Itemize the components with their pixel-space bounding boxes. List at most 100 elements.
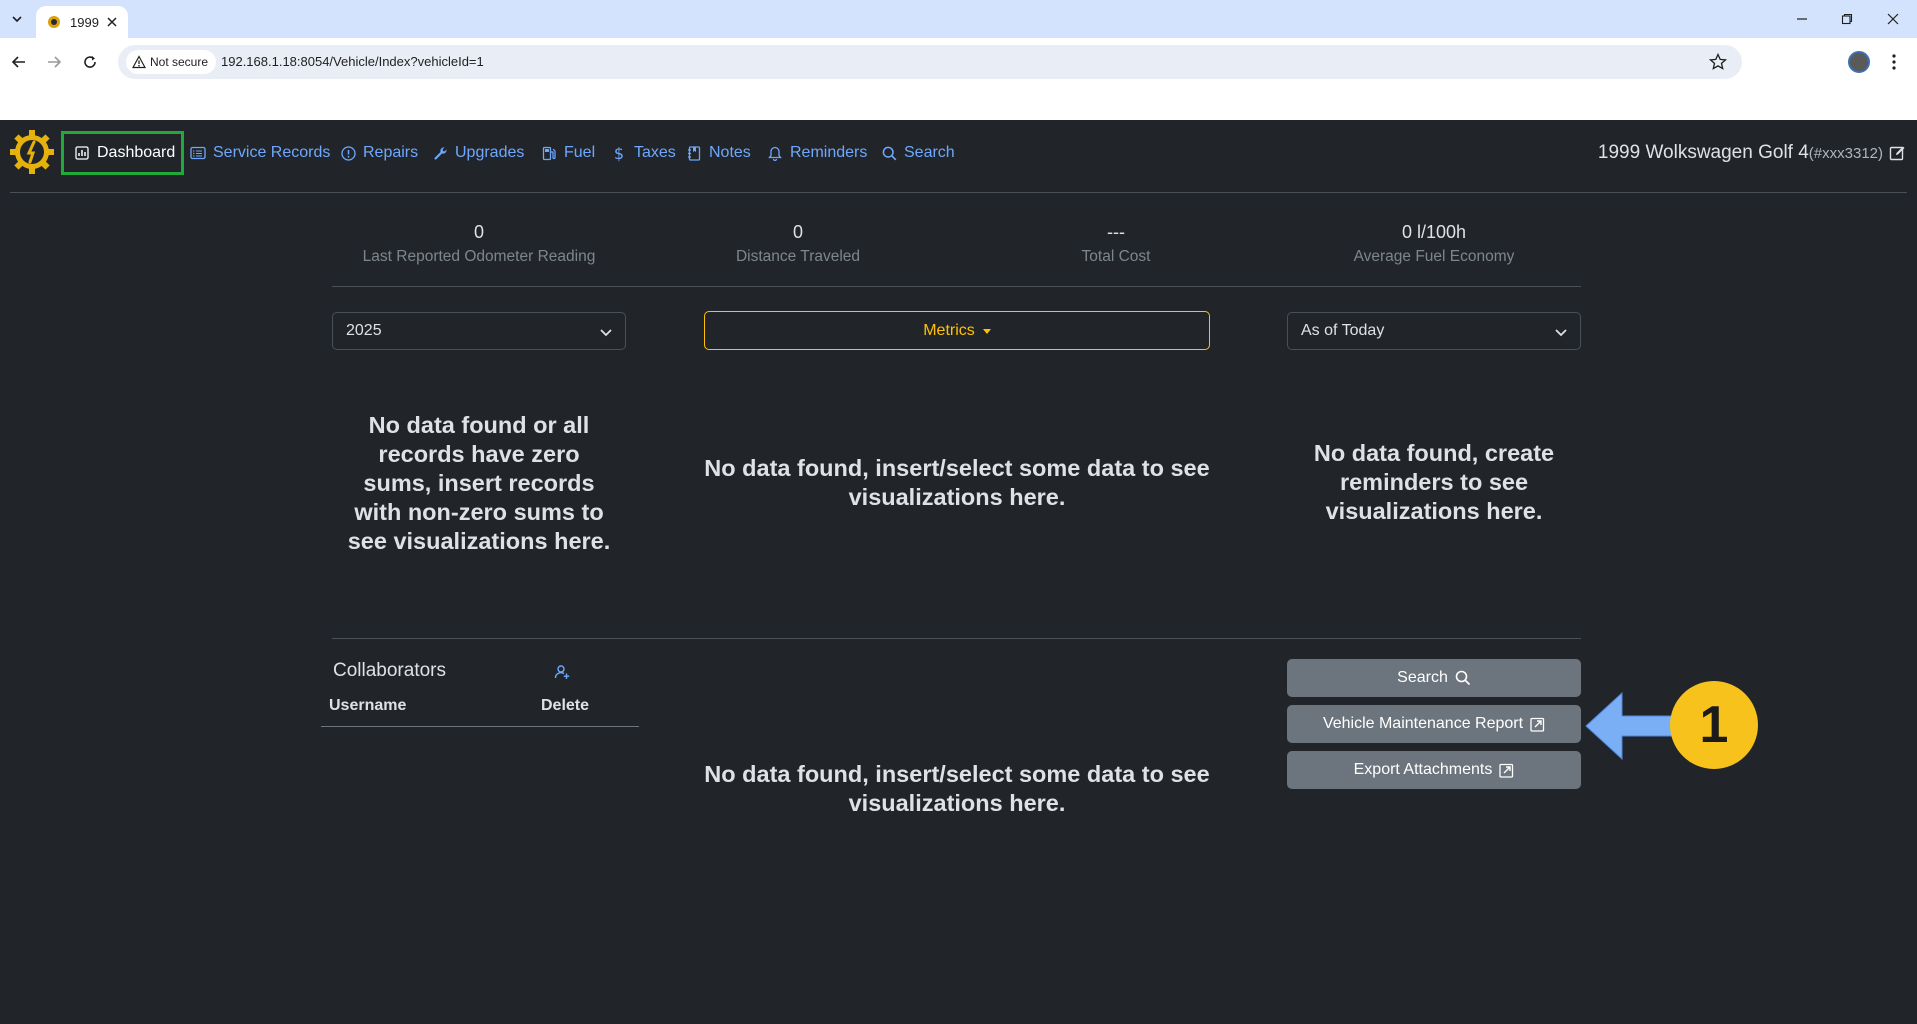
table-header-divider <box>321 726 639 727</box>
security-chip[interactable]: Not secure <box>126 50 217 74</box>
period-select[interactable]: As of Today <box>1287 312 1581 350</box>
card-list-icon <box>190 145 206 161</box>
nav-taxes[interactable]: $ Taxes <box>611 141 676 165</box>
tab-title: 1999 <box>70 14 99 30</box>
bell-icon <box>767 145 783 161</box>
app-navbar: Dashboard Service Records Repairs Upgrad… <box>0 120 1917 192</box>
vehicle-tag: (#xxx3312) <box>1808 145 1883 162</box>
reload-icon[interactable] <box>77 49 103 75</box>
stat-total-cost-value: --- <box>1107 222 1125 242</box>
nav-upgrades-label: Upgrades <box>455 144 525 161</box>
collaborators-title: Collaborators <box>333 660 446 681</box>
browser-toolbar: Not secure 192.168.1.18:8054/Vehicle/Ind… <box>0 38 1917 86</box>
nav-search[interactable]: Search <box>881 141 955 165</box>
security-label: Not secure <box>150 55 209 69</box>
metrics-chart-empty-message: No data found, insert/select some data t… <box>704 455 1210 510</box>
metrics-dropdown-button[interactable]: Metrics <box>704 311 1210 350</box>
stat-fuel-economy-label: Average Fuel Economy <box>1353 248 1515 265</box>
browser-tab[interactable]: 1999 <box>36 6 128 38</box>
reminders-chart-empty-message: No data found, create reminders to see v… <box>1313 440 1555 524</box>
stat-odometer-label: Last Reported Odometer Reading <box>362 248 596 265</box>
stat-total-cost-label: Total Cost <box>1081 248 1151 265</box>
search-button[interactable]: Search <box>1287 659 1581 697</box>
browser-menu-icon[interactable] <box>1882 50 1906 74</box>
warning-triangle-icon <box>132 55 146 69</box>
url-text[interactable]: 192.168.1.18:8054/Vehicle/Index?vehicleI… <box>221 54 484 69</box>
browser-content-gap <box>0 86 1917 120</box>
search-button-label: Search <box>1397 669 1448 686</box>
vehicle-title: 1999 Wolkswagen Golf 4(#xxx3312) <box>1598 142 1883 164</box>
chevron-down-icon <box>1555 329 1567 337</box>
window-close-icon[interactable] <box>1880 8 1906 30</box>
gear-favicon-icon <box>48 16 60 28</box>
fuel-pump-icon <box>541 145 557 161</box>
forward-arrow-icon[interactable] <box>41 49 67 75</box>
nav-service-records[interactable]: Service Records <box>190 141 330 165</box>
stats-divider <box>332 286 1581 287</box>
chevron-down-icon <box>600 329 612 337</box>
nav-repairs-label: Repairs <box>363 144 419 161</box>
stat-distance-label: Distance Traveled <box>735 248 861 265</box>
nav-search-label: Search <box>904 144 955 161</box>
box-arrow-up-right-icon <box>1499 763 1514 778</box>
year-select[interactable]: 2025 <box>332 312 626 350</box>
step-number-badge: 1 <box>1670 681 1758 769</box>
stat-fuel-economy: 0 l/100h Average Fuel Economy <box>1275 220 1593 268</box>
nav-fuel[interactable]: Fuel <box>541 141 595 165</box>
edit-pencil-icon[interactable] <box>1889 145 1905 161</box>
export-attachments-button[interactable]: Export Attachments <box>1287 751 1581 789</box>
dollar-icon: $ <box>613 143 625 163</box>
browser-tab-strip: 1999 <box>0 0 1917 38</box>
nav-upgrades[interactable]: Upgrades <box>432 141 524 165</box>
column-header-delete[interactable]: Delete <box>541 697 589 715</box>
stat-total-cost: --- Total Cost <box>957 220 1275 268</box>
period-select-value: As of Today <box>1301 322 1385 339</box>
lower-chart-empty-message: No data found, insert/select some data t… <box>704 761 1210 816</box>
restore-icon[interactable] <box>1834 8 1860 30</box>
exclamation-circle-icon <box>340 145 356 161</box>
tab-search-button[interactable] <box>6 8 28 30</box>
nav-reminders-label: Reminders <box>790 144 868 161</box>
vehicle-name: 1999 Wolkswagen Golf 4 <box>1597 142 1809 163</box>
nav-notes[interactable]: Notes <box>686 141 751 165</box>
tab-close-icon[interactable] <box>104 14 120 30</box>
profile-avatar[interactable] <box>1848 51 1870 73</box>
journal-icon <box>686 145 702 161</box>
nav-repairs[interactable]: Repairs <box>340 141 418 165</box>
chevron-down-icon <box>12 16 22 23</box>
stat-odometer: 0 Last Reported Odometer Reading <box>320 220 638 268</box>
nav-reminders[interactable]: Reminders <box>767 141 867 165</box>
nav-dashboard[interactable]: Dashboard <box>74 141 175 165</box>
nav-dashboard-label: Dashboard <box>97 144 176 161</box>
wrench-icon <box>432 145 448 161</box>
address-bar[interactable]: Not secure 192.168.1.18:8054/Vehicle/Ind… <box>118 45 1742 79</box>
search-icon <box>881 145 897 161</box>
bar-chart-icon <box>74 145 90 161</box>
section-divider <box>332 638 1581 639</box>
nav-divider <box>10 192 1907 193</box>
vehicle-maintenance-report-button[interactable]: Vehicle Maintenance Report <box>1287 705 1581 743</box>
annotation-arrow-icon <box>1585 691 1674 761</box>
bookmark-star-icon[interactable] <box>1708 52 1728 72</box>
nav-taxes-label: Taxes <box>634 144 676 161</box>
stat-odometer-value: 0 <box>473 222 484 242</box>
caret-down-icon <box>982 329 991 334</box>
column-header-username[interactable]: Username <box>329 697 406 715</box>
back-arrow-icon[interactable] <box>6 49 32 75</box>
stat-distance-value: 0 <box>792 222 803 242</box>
nav-notes-label: Notes <box>709 144 751 161</box>
search-icon <box>1455 670 1470 686</box>
stat-distance: 0 Distance Traveled <box>639 220 957 268</box>
maintenance-report-label: Vehicle Maintenance Report <box>1322 715 1524 732</box>
export-attachments-label: Export Attachments <box>1353 761 1493 778</box>
box-arrow-up-right-icon <box>1530 717 1545 732</box>
lubelogger-gear-logo[interactable] <box>8 128 56 176</box>
cost-chart-empty-message: No data found or all records have zero s… <box>347 412 611 554</box>
nav-fuel-label: Fuel <box>564 144 596 161</box>
add-collaborator-icon[interactable] <box>553 663 571 681</box>
year-select-value: 2025 <box>346 322 382 339</box>
nav-service-records-label: Service Records <box>213 144 331 161</box>
minimize-icon[interactable] <box>1789 8 1815 30</box>
metrics-label: Metrics <box>923 321 975 339</box>
stat-fuel-economy-value: 0 l/100h <box>1401 222 1467 242</box>
